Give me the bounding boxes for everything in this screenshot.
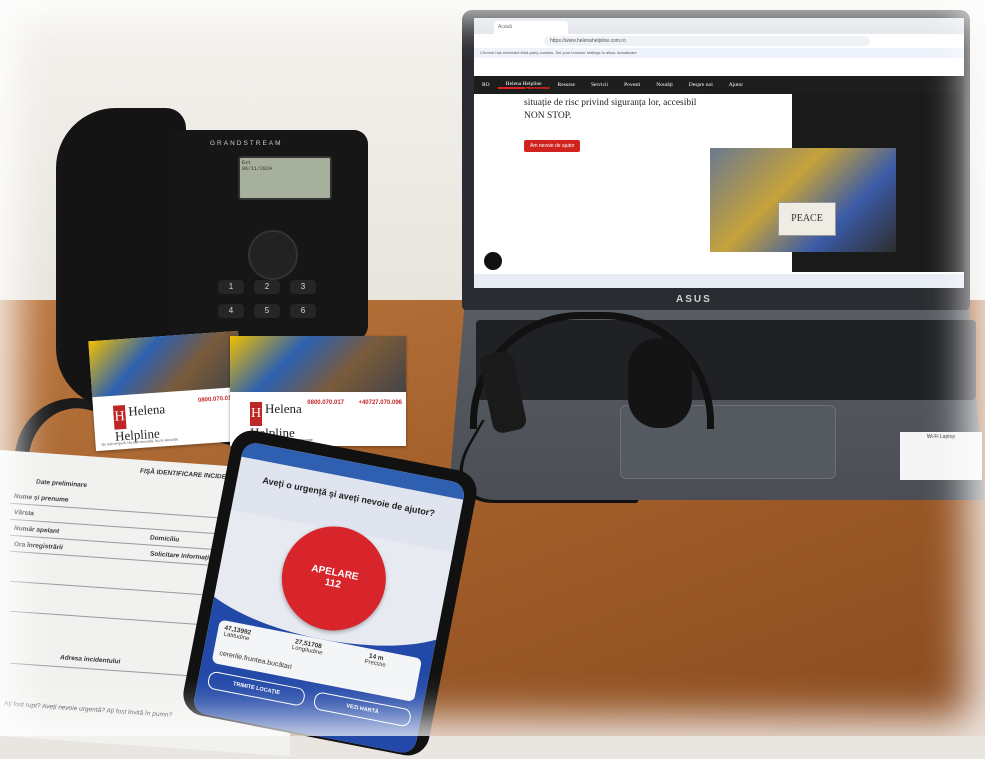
lcd-line-2: 06/11/2024 <box>242 166 273 172</box>
form-field-age: Vârsta <box>14 508 34 518</box>
helpline-card: H Helena Helpline 0800.070.017 +40727.070.… <box>230 336 406 446</box>
form-footer: Ați fost rupt? Aveți nevoie urgentă? Ați… <box>4 700 173 720</box>
help-button[interactable]: Am nevoie de ajutor <box>524 140 581 152</box>
cookie-notice: Chrome has restricted third-party cookie… <box>474 48 964 58</box>
latitude: 47,13992 Latitudine <box>223 624 252 643</box>
phone-key-1[interactable]: 1 <box>218 280 244 294</box>
form-field-address: Domiciliu <box>150 534 180 544</box>
laptop-brand: ASUS <box>676 294 712 305</box>
laptop-screen: Acasă https://www.helenahelpline.com.ro … <box>474 18 964 288</box>
phone-nav-pad[interactable] <box>248 230 298 280</box>
headset-earcup-right <box>628 338 692 428</box>
chat-icon[interactable] <box>482 250 504 272</box>
card-photo <box>88 330 242 398</box>
phone-lcd: Ext 06/11/2024 <box>238 156 332 200</box>
card-logo: H Helena Helpline <box>112 401 166 444</box>
peace-sign: PEACE <box>778 202 836 236</box>
form-field-time: Ora înregistrării <box>14 540 63 552</box>
card-phone-number-2: +40727.070.096 <box>358 400 402 406</box>
phone-key-5[interactable]: 5 <box>254 304 280 318</box>
card-photo <box>230 336 406 392</box>
browser-tab[interactable]: Acasă <box>494 21 568 34</box>
browser-tab-bar: Acasă <box>474 18 964 34</box>
form-field-request: Solicitare informații <box>150 550 211 562</box>
form-address-label: Adresa incidentului <box>60 654 121 666</box>
form-field-caller: Număr apelant <box>14 524 60 536</box>
card-phone-number: 0800.070.017 <box>307 400 344 406</box>
hero-photo: PEACE <box>710 148 896 252</box>
form-title: FIȘĂ IDENTIFICARE INCIDENT <box>140 467 235 482</box>
form-field-name: Nume și prenume <box>14 492 69 504</box>
nav-item-help[interactable]: Ajutor <box>721 82 751 88</box>
laptop-sticker: Wi-Fi Laptop <box>900 432 982 480</box>
precision: 14 m Precizie <box>363 652 387 669</box>
address-bar: https://www.helenahelpline.com.ro <box>474 34 964 49</box>
phone-key-2[interactable]: 2 <box>254 280 280 294</box>
form-section: Date preliminare <box>36 478 87 490</box>
phone-brand: GRANDSTREAM <box>210 140 283 147</box>
lang-switch[interactable]: RO <box>474 82 498 88</box>
phone-key-6[interactable]: 6 <box>290 304 316 318</box>
smartphone-screen: Aveți o urgență și aveți nevoie de ajuto… <box>191 440 467 755</box>
longitude: 27,51708 Longitudine <box>291 638 323 657</box>
phone-key-4[interactable]: 4 <box>218 304 244 318</box>
url-field[interactable]: https://www.helenahelpline.com.ro <box>544 36 870 46</box>
phone-key-3[interactable]: 3 <box>290 280 316 294</box>
helpline-card: H Helena Helpline 0800.070.017 Nu ești sin… <box>88 330 246 452</box>
hero-text: Serviciu suport oferit femeilor care se … <box>524 85 708 121</box>
phone-base: GRANDSTREAM Ext 06/11/2024 1 2 3 4 5 6 <box>168 130 368 340</box>
windows-taskbar <box>474 274 964 288</box>
